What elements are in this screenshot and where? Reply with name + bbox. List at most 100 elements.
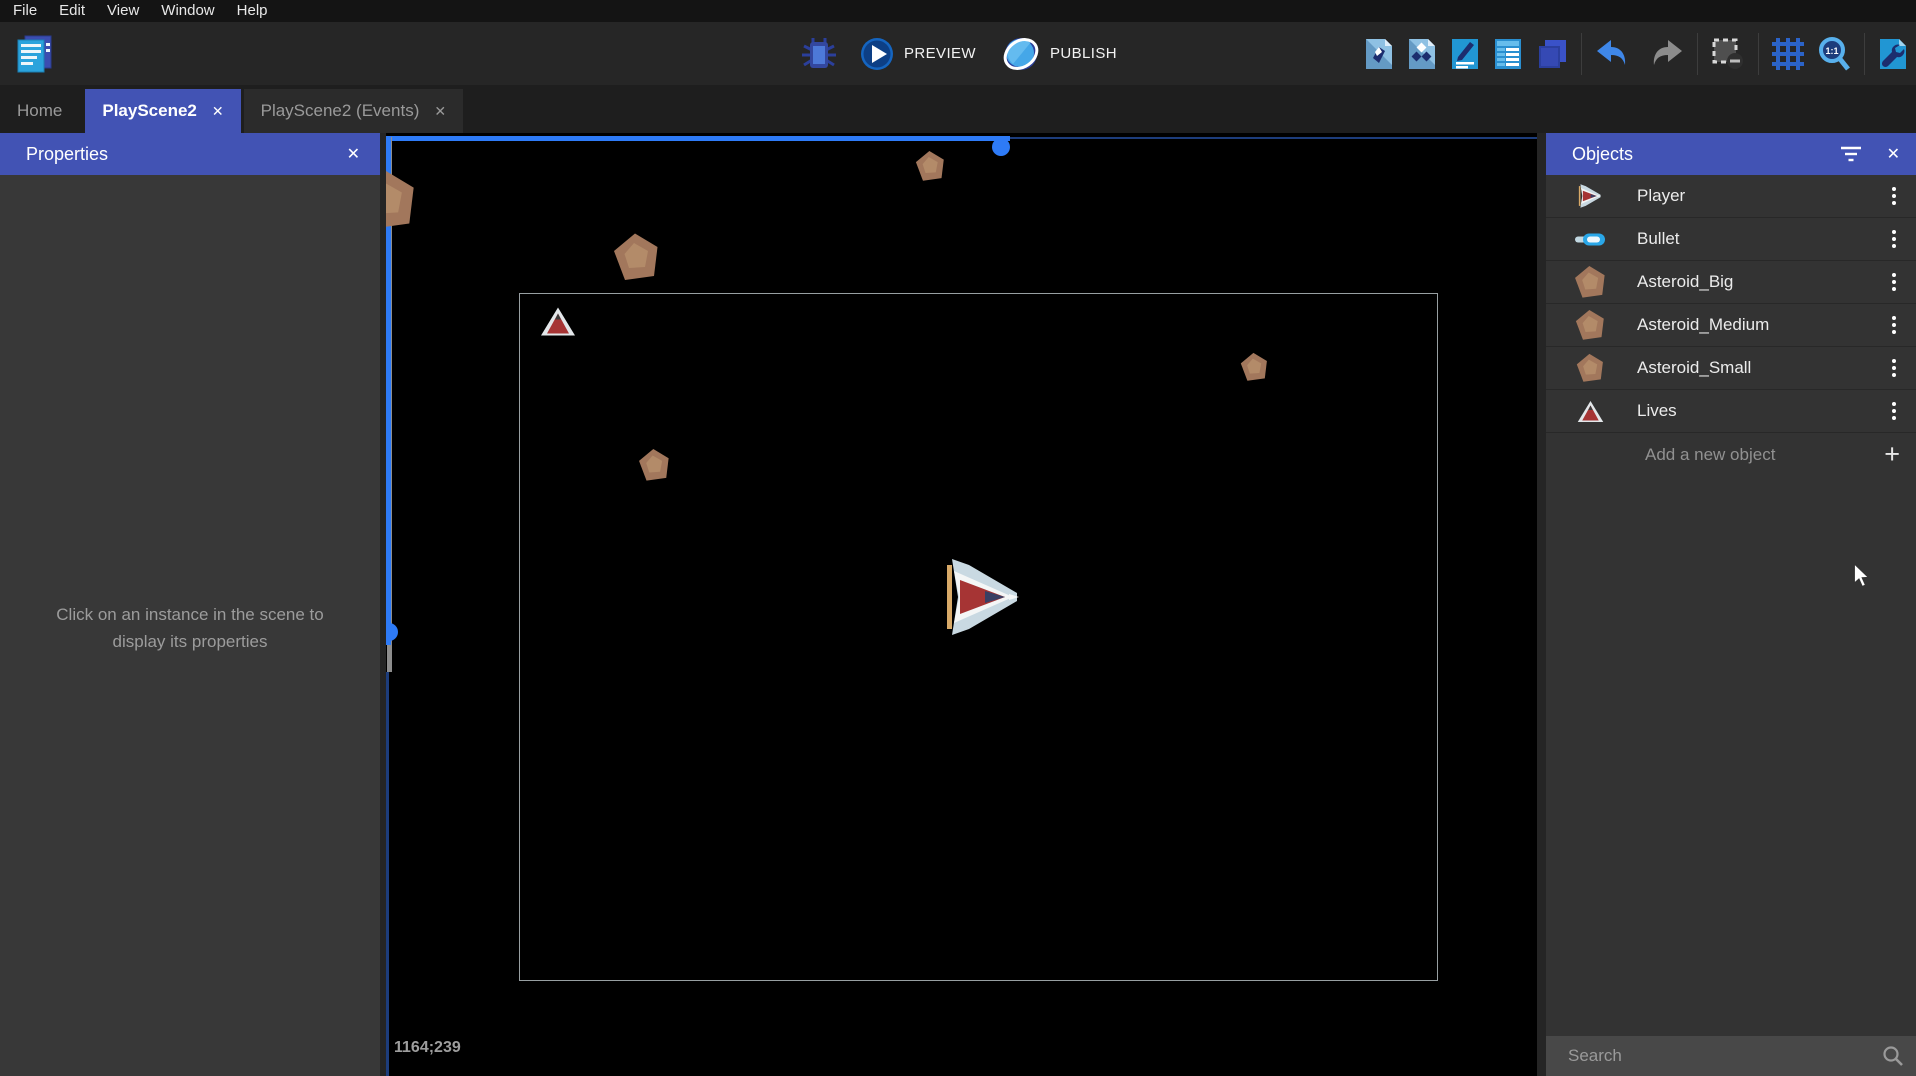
tab-playscene2[interactable]: PlayScene2 ✕ [85, 89, 240, 133]
layers-icon [1536, 37, 1568, 71]
instances-list-icon [1493, 37, 1523, 71]
object-row-asteroid-big[interactable]: Asteroid_Big [1546, 261, 1916, 304]
instance-asteroid-small-2[interactable] [637, 448, 671, 487]
object-menu-dots-icon[interactable] [1892, 316, 1896, 334]
tab-playscene2-label: PlayScene2 [102, 101, 197, 121]
globe-icon [1001, 34, 1041, 74]
svg-text:1:1: 1:1 [1825, 46, 1838, 56]
preview-label: PREVIEW [904, 45, 976, 62]
project-manager-icon [12, 31, 58, 77]
menu-view[interactable]: View [96, 0, 150, 22]
page-pencil-icon [1450, 37, 1480, 71]
cursor-coordinates: 1164;239 [394, 1039, 461, 1057]
open-instances-list-button[interactable] [1493, 37, 1523, 71]
delete-selection-button[interactable] [1711, 37, 1745, 71]
publish-button[interactable]: PUBLISH [1001, 34, 1117, 74]
object-menu-dots-icon[interactable] [1892, 359, 1896, 377]
scene-settings-button[interactable] [1878, 37, 1908, 71]
add-object-row[interactable]: Add a new object + [1546, 433, 1916, 476]
open-properties-button[interactable] [1450, 37, 1480, 71]
object-label: Lives [1637, 401, 1677, 421]
object-label: Asteroid_Big [1637, 272, 1733, 292]
instance-asteroid-big[interactable] [611, 232, 661, 287]
add-object-label: Add a new object [1645, 445, 1775, 465]
main-area: Properties ✕ Click on an instance in the… [0, 133, 1916, 1076]
plus-icon[interactable]: + [1884, 441, 1900, 468]
toolbar-separator [1758, 33, 1759, 75]
search-icon[interactable] [1882, 1045, 1904, 1067]
gdevelop-window: File Edit View Window Help [0, 0, 1916, 1076]
instance-asteroid-small[interactable] [1239, 352, 1269, 387]
toggle-grid-button[interactable] [1772, 38, 1804, 70]
zoom-1-1-icon: 1:1 [1817, 36, 1851, 72]
undo-button[interactable] [1595, 38, 1633, 70]
page-cube-icon [1364, 37, 1394, 71]
filter-icon[interactable] [1839, 145, 1863, 163]
zoom-reset-button[interactable]: 1:1 [1817, 36, 1851, 72]
asteroid-medium-icon [1568, 309, 1612, 341]
undo-arrow-icon [1595, 38, 1633, 70]
preview-button[interactable]: PREVIEW [859, 36, 976, 72]
bug-icon [800, 34, 838, 74]
debugger-button[interactable] [800, 34, 838, 74]
tab-playscene2-close-icon[interactable]: ✕ [212, 103, 224, 120]
selection-edge-top [386, 136, 1010, 141]
object-row-bullet[interactable]: Bullet [1546, 218, 1916, 261]
object-menu-dots-icon[interactable] [1892, 273, 1896, 291]
search-input[interactable] [1546, 1046, 1882, 1066]
object-menu-dots-icon[interactable] [1892, 187, 1896, 205]
object-row-lives[interactable]: Lives [1546, 390, 1916, 433]
resize-handle-top[interactable] [992, 138, 1010, 156]
tab-playscene2-events[interactable]: PlayScene2 (Events) ✕ [244, 89, 463, 133]
object-label: Asteroid_Medium [1637, 315, 1769, 335]
object-row-asteroid-medium[interactable]: Asteroid_Medium [1546, 304, 1916, 347]
open-object-groups-button[interactable] [1407, 37, 1437, 71]
scene-border-left [386, 672, 389, 1076]
properties-empty-message-line1: Click on an instance in the scene to [14, 601, 366, 628]
tab-playscene2-events-close-icon[interactable]: ✕ [434, 103, 446, 120]
grid-icon [1772, 38, 1804, 70]
objects-panel-header: Objects ✕ [1546, 133, 1916, 175]
tab-playscene2-events-label: PlayScene2 (Events) [261, 101, 420, 121]
open-objects-editor-button[interactable] [1364, 37, 1394, 71]
object-row-player[interactable]: Player [1546, 175, 1916, 218]
properties-close-icon[interactable]: ✕ [347, 144, 360, 164]
object-menu-dots-icon[interactable] [1892, 230, 1896, 248]
instance-player-ship[interactable] [947, 555, 1019, 644]
properties-empty-message: Click on an instance in the scene to dis… [14, 601, 366, 655]
asteroid-small-icon [1568, 353, 1612, 383]
instance-asteroid-medium[interactable] [914, 150, 946, 187]
tab-bar: Home PlayScene2 ✕ PlayScene2 (Events) ✕ [0, 85, 1916, 133]
player-ship-icon [1568, 183, 1612, 209]
properties-panel-title: Properties [26, 144, 108, 165]
toolbar: PREVIEW PUBLISH [0, 22, 1916, 85]
mouse-cursor-icon [1852, 564, 1872, 588]
object-row-asteroid-small[interactable]: Asteroid_Small [1546, 347, 1916, 390]
object-menu-dots-icon[interactable] [1892, 402, 1896, 420]
menu-edit[interactable]: Edit [48, 0, 96, 22]
play-icon [859, 36, 895, 72]
objects-close-icon[interactable]: ✕ [1887, 144, 1900, 164]
instance-lives[interactable] [540, 306, 576, 342]
asteroid-big-icon [1568, 265, 1612, 299]
scene-canvas[interactable]: 1164;239 [386, 133, 1537, 1076]
redo-arrow-icon [1646, 38, 1684, 70]
toolbar-separator [1697, 33, 1698, 75]
object-label: Bullet [1637, 229, 1680, 249]
toolbar-separator [1581, 33, 1582, 75]
wrench-page-icon [1878, 37, 1908, 71]
menu-file[interactable]: File [2, 0, 48, 22]
toolbar-separator [1864, 33, 1865, 75]
tab-home[interactable]: Home [0, 89, 79, 133]
open-layers-button[interactable] [1536, 37, 1568, 71]
project-manager-button[interactable] [12, 31, 58, 77]
menu-help[interactable]: Help [226, 0, 279, 22]
instance-asteroid-big-clipped[interactable] [386, 169, 418, 236]
toolbar-center: PREVIEW PUBLISH [800, 22, 1117, 85]
properties-panel: Properties ✕ Click on an instance in the… [0, 133, 380, 1076]
toolbar-right: 1:1 [1364, 22, 1908, 85]
menu-window[interactable]: Window [150, 0, 225, 22]
bullet-icon [1568, 233, 1612, 246]
resize-handle-left[interactable] [386, 623, 398, 641]
redo-button[interactable] [1646, 38, 1684, 70]
